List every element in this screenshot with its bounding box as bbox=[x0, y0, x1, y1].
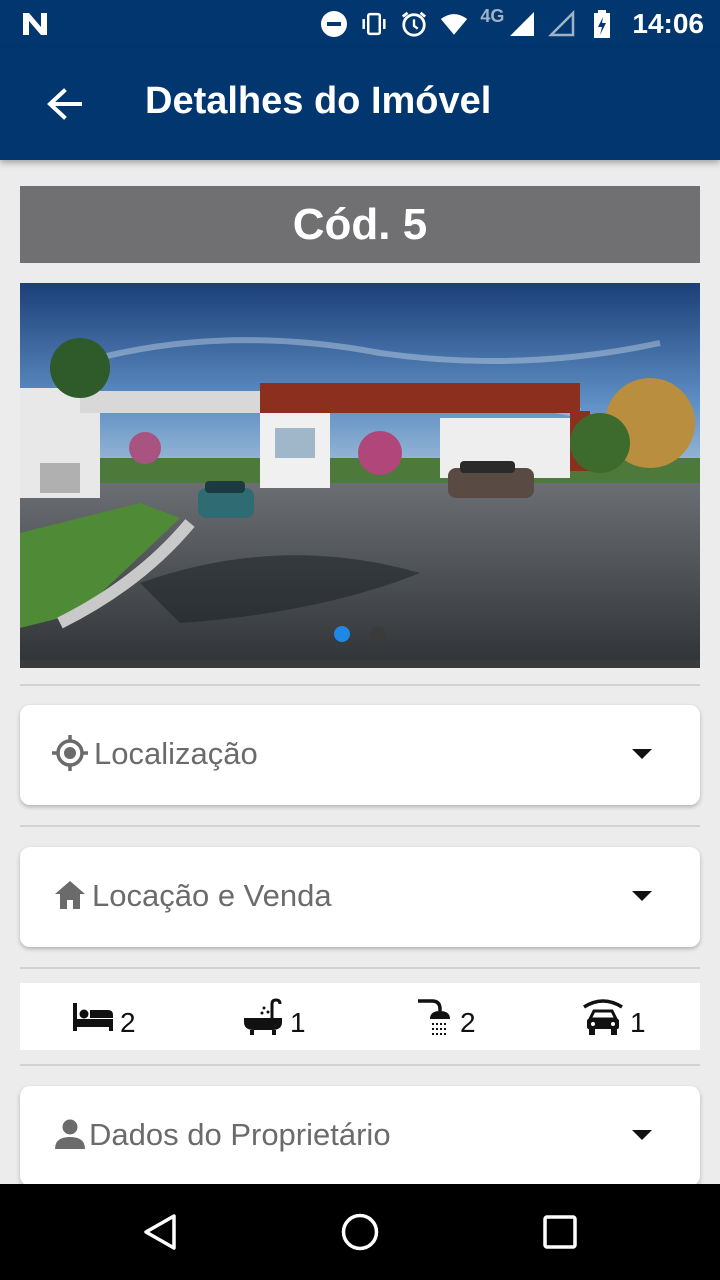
property-photo bbox=[20, 283, 700, 668]
bedrooms-count: 2 bbox=[120, 1007, 136, 1038]
owner-label: Dados do Proprietário bbox=[89, 1117, 391, 1152]
divider bbox=[20, 1064, 700, 1066]
bathtub-icon bbox=[242, 997, 284, 1037]
garage-car-icon bbox=[582, 997, 624, 1037]
signal-icon bbox=[508, 10, 536, 38]
bathtubs-count: 1 bbox=[290, 1007, 306, 1038]
rent-sale-section-toggle[interactable]: Locação e Venda bbox=[20, 847, 700, 947]
bed-icon bbox=[72, 997, 114, 1037]
nav-recents-icon bbox=[543, 1215, 577, 1249]
nav-home-icon bbox=[341, 1213, 379, 1251]
feature-bedrooms: 2 bbox=[72, 997, 136, 1038]
page-title: Detalhes do Imóvel bbox=[145, 80, 492, 122]
app-bar: Detalhes do Imóvel bbox=[0, 48, 720, 160]
chevron-down-icon bbox=[632, 891, 652, 901]
battery-charging-icon bbox=[588, 10, 616, 38]
n-notification-icon bbox=[23, 13, 47, 35]
divider bbox=[20, 684, 700, 686]
signal-empty-icon bbox=[548, 10, 576, 38]
carousel-bottom-bar bbox=[20, 660, 700, 668]
carousel-dot-2[interactable] bbox=[370, 626, 386, 642]
system-nav-bar bbox=[0, 1184, 720, 1280]
owner-section-toggle[interactable]: Dados do Proprietário bbox=[20, 1086, 700, 1186]
divider bbox=[20, 825, 700, 827]
home-icon bbox=[52, 877, 88, 913]
alarm-icon bbox=[400, 10, 428, 38]
feature-bathtubs: 1 bbox=[242, 997, 306, 1038]
property-features: 2 1 2 1 bbox=[20, 983, 700, 1050]
location-label: Localização bbox=[94, 736, 258, 771]
chevron-down-icon bbox=[632, 1130, 652, 1140]
location-target-icon bbox=[52, 735, 88, 771]
do-not-disturb-icon bbox=[320, 10, 348, 38]
shower-icon bbox=[412, 997, 454, 1037]
clock: 14:06 bbox=[632, 8, 704, 39]
nav-back-button[interactable] bbox=[136, 1208, 184, 1256]
property-image-carousel[interactable] bbox=[20, 283, 700, 668]
nav-recents-button[interactable] bbox=[536, 1208, 584, 1256]
location-section-toggle[interactable]: Localização bbox=[20, 705, 700, 805]
wifi-icon bbox=[440, 10, 468, 38]
network-type: 4G bbox=[480, 5, 505, 26]
feature-garage: 1 bbox=[582, 997, 646, 1038]
carousel-dot-1[interactable] bbox=[334, 626, 350, 642]
nav-home-button[interactable] bbox=[336, 1208, 384, 1256]
carousel-indicators bbox=[20, 626, 700, 642]
nav-back-icon bbox=[144, 1214, 176, 1250]
person-icon bbox=[52, 1116, 88, 1152]
property-code-banner: Cód. 5 bbox=[20, 186, 700, 263]
arrow-back-icon bbox=[47, 88, 82, 120]
garage-count: 1 bbox=[630, 1007, 646, 1038]
rent-sale-label: Locação e Venda bbox=[92, 878, 332, 913]
back-button[interactable] bbox=[40, 84, 88, 124]
feature-showers: 2 bbox=[412, 997, 476, 1038]
chevron-down-icon bbox=[632, 749, 652, 759]
divider bbox=[20, 967, 700, 969]
showers-count: 2 bbox=[460, 1007, 476, 1038]
status-bar: 4G 14:06 bbox=[0, 0, 720, 48]
vibrate-icon bbox=[360, 10, 388, 38]
property-code: Cód. 5 bbox=[292, 199, 428, 249]
